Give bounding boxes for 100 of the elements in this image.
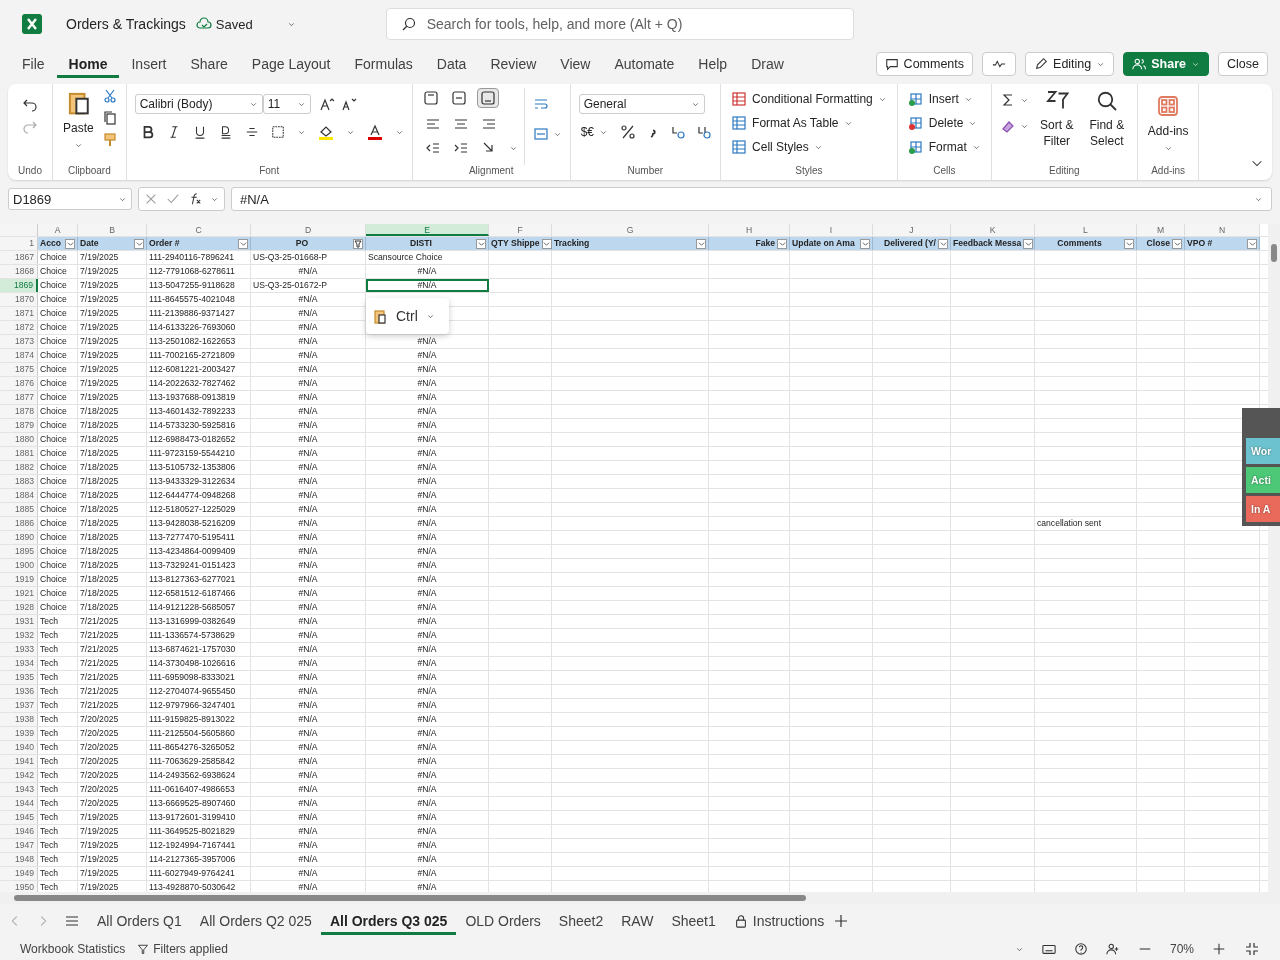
column-letter[interactable]: B: [78, 224, 147, 236]
editing-mode-button[interactable]: Editing: [1025, 52, 1115, 76]
increase-decimal-icon[interactable]: [670, 124, 687, 140]
help-icon[interactable]: [1073, 942, 1088, 956]
menu-tab[interactable]: Help: [686, 50, 740, 78]
add-sheet-icon[interactable]: [833, 913, 850, 929]
font-color-icon[interactable]: [366, 124, 383, 140]
row-number[interactable]: 1938: [0, 713, 38, 726]
row-number[interactable]: 1886: [0, 517, 38, 530]
styles-button[interactable]: Format As Table: [729, 114, 855, 132]
row-number[interactable]: 1928: [0, 601, 38, 614]
row-number[interactable]: 1934: [0, 657, 38, 670]
menu-tab[interactable]: Home: [56, 50, 120, 78]
menu-tab[interactable]: Automate: [602, 50, 687, 78]
menu-tab[interactable]: Review: [478, 50, 549, 78]
sheet-tab[interactable]: Sheet2: [549, 907, 613, 935]
row-number[interactable]: 1945: [0, 811, 38, 824]
row-number[interactable]: 1879: [0, 419, 38, 432]
text-align-icon[interactable]: [424, 116, 441, 132]
borders-icon[interactable]: [270, 125, 285, 139]
decrease-indent-icon[interactable]: [424, 140, 441, 156]
row-number[interactable]: 1890: [0, 531, 38, 544]
filter-dropdown-button[interactable]: [238, 238, 248, 249]
sheet-tab[interactable]: OLD Orders: [456, 907, 550, 935]
column-letter[interactable]: C: [147, 224, 251, 236]
row-number[interactable]: 1937: [0, 699, 38, 712]
cut-icon[interactable]: [101, 88, 118, 104]
decrease-decimal-icon[interactable]: [696, 124, 713, 140]
activity-button[interactable]: [982, 52, 1017, 76]
row-number[interactable]: 1874: [0, 349, 38, 362]
filter-dropdown-button[interactable]: [1023, 238, 1034, 249]
filter-applied-button[interactable]: [353, 238, 363, 249]
row-number[interactable]: 1946: [0, 825, 38, 838]
search-field[interactable]: Search for tools, help, and more (Alt + Q): [385, 8, 854, 40]
currency-button[interactable]: $€: [578, 124, 611, 140]
text-align-icon[interactable]: [452, 116, 469, 132]
row-number[interactable]: 1871: [0, 307, 38, 320]
percent-icon[interactable]: [620, 124, 637, 140]
row-number[interactable]: 1941: [0, 755, 38, 768]
row-number[interactable]: 1868: [0, 265, 38, 278]
row-number[interactable]: 1882: [0, 461, 38, 474]
name-box[interactable]: D1869: [8, 188, 132, 210]
fill-color-icon[interactable]: [317, 124, 334, 140]
text-align-icon[interactable]: [480, 116, 497, 132]
grow-font-icon[interactable]: [318, 96, 335, 112]
menu-tab[interactable]: Formulas: [342, 50, 425, 78]
sheet-tab[interactable]: Sheet1: [662, 907, 725, 935]
merge-icon[interactable]: [532, 126, 549, 142]
formula-field[interactable]: #N/A: [231, 187, 1272, 211]
find-select-button[interactable]: Find & Select: [1084, 88, 1129, 165]
column-letter[interactable]: G: [552, 224, 709, 236]
row-number[interactable]: 1872: [0, 321, 38, 334]
share-button[interactable]: Share: [1123, 52, 1210, 76]
filter-dropdown-button[interactable]: [938, 238, 948, 249]
menu-tab[interactable]: Data: [424, 50, 479, 78]
row-number[interactable]: 1933: [0, 643, 38, 656]
sort-filter-button[interactable]: Sort & Filter: [1034, 88, 1079, 165]
paste-options-button[interactable]: Ctrl: [366, 298, 449, 334]
column-letter[interactable]: M: [1137, 224, 1185, 236]
row-number[interactable]: 1939: [0, 727, 38, 740]
row-number[interactable]: 1931: [0, 615, 38, 628]
row-number[interactable]: 1880: [0, 433, 38, 446]
row-number[interactable]: 1877: [0, 391, 38, 404]
column-letter[interactable]: A: [38, 224, 78, 236]
add-ins-button[interactable]: Add-ins: [1145, 88, 1191, 165]
fit-icon[interactable]: [1244, 941, 1260, 957]
menu-tab[interactable]: View: [548, 50, 603, 78]
menu-icon[interactable]: [64, 913, 80, 929]
row-number[interactable]: 1919: [0, 573, 38, 586]
workbook-title[interactable]: Orders & Trackings: [66, 16, 186, 32]
row-number[interactable]: 1900: [0, 559, 38, 572]
column-letter[interactable]: I: [790, 224, 873, 236]
close-button[interactable]: Close: [1218, 52, 1268, 76]
column-letter[interactable]: H: [709, 224, 790, 236]
number-format-dropdown[interactable]: General: [578, 94, 705, 114]
filter-dropdown-button[interactable]: [134, 238, 144, 249]
column-letter[interactable]: E: [366, 224, 489, 236]
column-letter[interactable]: L: [1035, 224, 1137, 236]
row-number[interactable]: 1942: [0, 769, 38, 782]
filter-dropdown-button[interactable]: [541, 238, 552, 249]
sheet-tab[interactable]: Instructions: [724, 907, 834, 935]
sheet-tab[interactable]: RAW: [612, 907, 663, 935]
row-number[interactable]: 1949: [0, 867, 38, 880]
workbook-statistics-link[interactable]: Workbook Statistics: [20, 942, 126, 956]
filter-dropdown-button[interactable]: [1247, 238, 1257, 249]
column-letter[interactable]: N: [1185, 224, 1260, 236]
row-number[interactable]: 1: [0, 237, 38, 250]
row-number[interactable]: 1884: [0, 489, 38, 502]
column-letter[interactable]: F: [489, 224, 552, 236]
cells-button[interactable]: Insert: [905, 90, 975, 108]
row-number[interactable]: 1870: [0, 293, 38, 306]
row-number[interactable]: 1867: [0, 251, 38, 264]
row-number[interactable]: 1935: [0, 671, 38, 684]
vertical-align-button[interactable]: [476, 88, 499, 108]
filter-dropdown-button[interactable]: [476, 238, 486, 249]
paste-button[interactable]: Paste: [61, 88, 96, 165]
filter-dropdown-button[interactable]: [1124, 238, 1134, 249]
cells-button[interactable]: Format: [905, 138, 983, 156]
row-number[interactable]: 1878: [0, 405, 38, 418]
wrap-text-icon[interactable]: [532, 96, 549, 112]
